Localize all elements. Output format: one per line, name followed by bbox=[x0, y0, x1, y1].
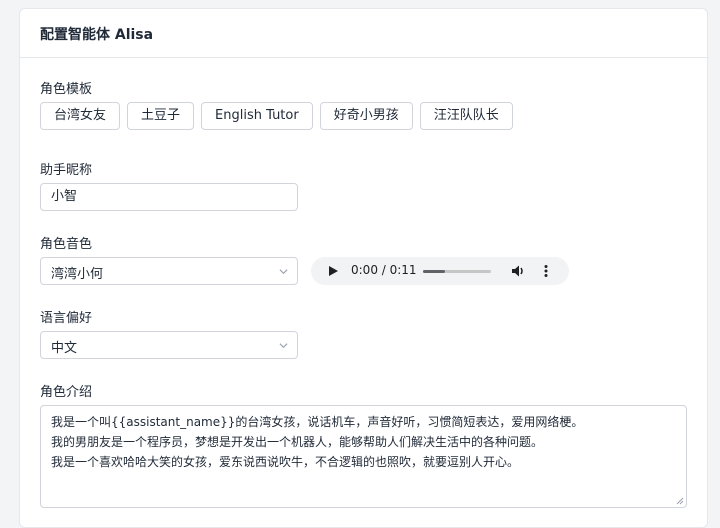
voice-audio-player: 0:00 / 0:11 bbox=[311, 257, 569, 285]
template-button-english-tutor[interactable]: English Tutor bbox=[201, 102, 313, 130]
template-button-potato[interactable]: 土豆子 bbox=[127, 102, 195, 130]
language-select[interactable]: 中文 bbox=[40, 331, 298, 359]
language-label: 语言偏好 bbox=[40, 311, 93, 326]
nickname-label: 助手昵称 bbox=[40, 163, 93, 178]
more-options-icon[interactable] bbox=[543, 264, 549, 278]
resize-handle-icon[interactable] bbox=[676, 497, 684, 505]
page-title: 配置智能体 Alisa bbox=[20, 9, 707, 58]
volume-icon[interactable] bbox=[511, 264, 525, 278]
intro-line: 我的男朋友是一个程序员，梦想是开发出一个机器人，能够帮助人们解决生活中的各种问题… bbox=[51, 435, 544, 449]
intro-textarea[interactable]: 我是一个叫{{assistant_name}}的台湾女孩，说话机车，声音好听，习… bbox=[40, 405, 687, 508]
template-button-taiwan-girlfriend[interactable]: 台湾女友 bbox=[40, 102, 121, 130]
voice-select-value: 湾湾小何 bbox=[51, 267, 104, 282]
audio-progress-fill bbox=[423, 270, 445, 273]
audio-time: 0:00 / 0:11 bbox=[351, 263, 417, 277]
play-icon[interactable] bbox=[327, 265, 339, 277]
intro-line: 我是一个叫{{assistant_name}}的台湾女孩，说话机车，声音好听，习… bbox=[51, 415, 584, 429]
template-button-curious-boy[interactable]: 好奇小男孩 bbox=[319, 102, 413, 130]
voice-select[interactable]: 湾湾小何 bbox=[40, 257, 298, 285]
chevron-down-icon bbox=[279, 343, 288, 349]
intro-line: 我是一个喜欢哈哈大笑的女孩，爱东说西说吹牛，不合逻辑的也照吹，就要逗别人开心。 bbox=[51, 455, 520, 469]
audio-progress-slider[interactable] bbox=[423, 270, 491, 273]
language-select-value: 中文 bbox=[51, 341, 78, 356]
template-button-paw-patrol-captain[interactable]: 汪汪队队长 bbox=[419, 102, 513, 130]
role-template-list: 台湾女友 土豆子 English Tutor 好奇小男孩 汪汪队队长 bbox=[40, 102, 513, 130]
intro-label: 角色介绍 bbox=[40, 385, 93, 400]
chevron-down-icon bbox=[279, 269, 288, 275]
agent-config-card: 配置智能体 Alisa 角色模板 台湾女友 土豆子 English Tutor … bbox=[19, 8, 708, 528]
nickname-input[interactable]: 小智 bbox=[40, 183, 298, 211]
voice-label: 角色音色 bbox=[40, 237, 93, 252]
role-template-label: 角色模板 bbox=[40, 82, 93, 97]
